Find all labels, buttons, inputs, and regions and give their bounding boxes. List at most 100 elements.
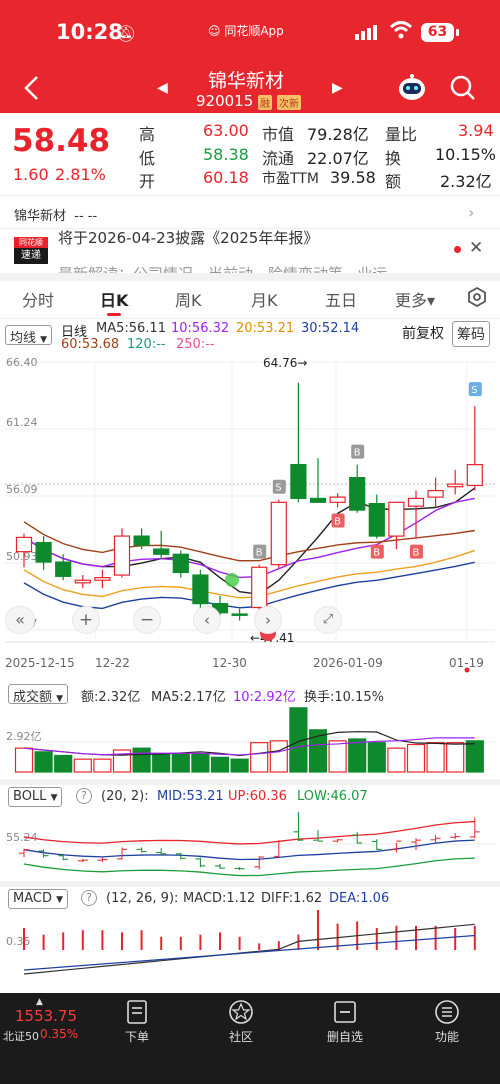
- volume-bar: [191, 753, 210, 773]
- buy-point-icon: [225, 573, 239, 587]
- dropdown-arrow-icon: ▼: [50, 793, 58, 803]
- candle: [251, 566, 268, 609]
- news-badge-top: 同花顺: [14, 237, 48, 248]
- info-dashes: -- --: [74, 209, 98, 224]
- volume-bar: [34, 751, 53, 773]
- nav-order[interactable]: 下单: [97, 993, 177, 1045]
- ma10-line: [23, 497, 475, 579]
- candle: [192, 574, 209, 605]
- macd-selector-label: MACD: [13, 891, 52, 906]
- news-ticker[interactable]: 同花顺 速递 将于2026-04-23披露《2025年年报》 最新解读：公司情况…: [0, 229, 500, 273]
- tab-indicator: [107, 313, 121, 316]
- kline-chart[interactable]: 66.4061.2456.0950.9345.772025-12-1512-22…: [0, 350, 500, 680]
- badge-new-stock: 次新: [277, 95, 301, 110]
- zoom-in-icon[interactable]: +: [72, 606, 100, 634]
- boll-up: UP:60.36: [228, 789, 287, 804]
- candle: [35, 541, 52, 563]
- divider: [0, 881, 500, 887]
- next-candle-icon[interactable]: ›: [254, 606, 282, 634]
- volume-chart[interactable]: 2.92亿: [0, 706, 500, 776]
- y-axis-label: 66.40: [6, 356, 38, 369]
- boll-mid: MID:53.21: [157, 789, 224, 804]
- x-axis-label: 12-30: [212, 656, 247, 670]
- settings-icon[interactable]: [466, 286, 488, 312]
- nav-remove-watchlist[interactable]: 删自选: [305, 993, 385, 1045]
- candle: [466, 464, 483, 487]
- robot-assistant-icon[interactable]: [397, 72, 427, 106]
- mute-icon: 🔕︎: [116, 24, 137, 43]
- amount-label: 额: [385, 172, 402, 191]
- zoom-out-icon[interactable]: −: [133, 606, 161, 634]
- bottom-nav: ▲ 1553.75 北证50 0.35% 下单 社区 删自选 功能: [0, 993, 500, 1084]
- prev-candle-icon[interactable]: ‹: [193, 606, 221, 634]
- low-label: 低: [139, 149, 156, 168]
- header: 10:28 🔕︎ ☺ 同花顺App 63 ◀ 锦华新材 920015 融 次新 …: [0, 0, 500, 113]
- macd-dea: DEA:1.06: [329, 891, 390, 906]
- tab-monthly-k[interactable]: 月K: [251, 287, 278, 311]
- macd-selector[interactable]: MACD ▼: [8, 889, 69, 909]
- dropdown-arrow-icon: ▼: [40, 335, 48, 345]
- tab-daily-k[interactable]: 日K: [100, 287, 128, 311]
- candle: [55, 561, 72, 577]
- boll-chart[interactable]: 55.24: [0, 808, 500, 880]
- search-icon[interactable]: [449, 74, 477, 106]
- divider: [0, 195, 500, 196]
- volume-ma10: 10:2.92亿: [233, 690, 296, 705]
- volume-selector[interactable]: 成交额 ▼: [8, 684, 69, 705]
- macd-chart[interactable]: 0.35: [0, 910, 500, 982]
- tab-five-day[interactable]: 五日: [325, 287, 357, 311]
- volume-bar: [250, 742, 269, 773]
- tab-weekly-k[interactable]: 周K: [175, 287, 202, 311]
- signal-marker-label: B: [413, 548, 420, 559]
- boll-selector[interactable]: BOLL ▼: [8, 787, 63, 807]
- battery-icon: 63: [421, 23, 454, 42]
- adjust-mode[interactable]: 前复权: [402, 323, 444, 343]
- fullscreen-icon[interactable]: ⤢: [314, 606, 342, 634]
- tab-timeshare[interactable]: 分时: [22, 287, 54, 311]
- chip-button[interactable]: 筹码: [452, 321, 490, 347]
- nav-community[interactable]: 社区: [201, 993, 281, 1045]
- mcap-label: 市值: [262, 125, 295, 144]
- signal-icon: [355, 24, 379, 44]
- candle: [153, 548, 170, 555]
- info-name: 锦华新材: [14, 209, 67, 224]
- candle: [447, 483, 464, 488]
- ma-selector[interactable]: 均线 ▼: [5, 325, 53, 346]
- ma-selector-label: 均线: [10, 331, 37, 346]
- x-axis-label: 2026-01-09: [313, 656, 383, 670]
- help-icon[interactable]: ?: [81, 890, 97, 906]
- close-icon[interactable]: ✕: [469, 238, 483, 258]
- high-value: 63.00: [203, 121, 249, 140]
- stock-detail-screen: 10:28 🔕︎ ☺ 同花顺App 63 ◀ 锦华新材 920015 融 次新 …: [0, 0, 500, 1084]
- next-stock-icon[interactable]: ▶: [332, 80, 343, 96]
- battery-tip: [456, 29, 459, 36]
- scroll-left-icon[interactable]: «: [5, 606, 35, 634]
- volume-turnover: 换手:10.15%: [304, 690, 384, 705]
- index-value[interactable]: 1553.75: [15, 1007, 77, 1025]
- candle: [74, 579, 91, 584]
- volume-selector-label: 成交额: [13, 690, 53, 705]
- volume-bar: [54, 754, 73, 773]
- ma30-value: 30:52.14: [301, 321, 360, 336]
- help-icon[interactable]: ?: [76, 788, 92, 804]
- candle: [113, 535, 131, 576]
- app-logo-icon: ☺: [208, 24, 225, 38]
- ma30-line: [23, 561, 475, 610]
- back-icon[interactable]: [22, 74, 42, 106]
- info-row[interactable]: 锦华新材 -- --: [14, 205, 97, 224]
- prev-stock-icon[interactable]: ◀: [157, 80, 168, 96]
- candle: [349, 477, 366, 511]
- volume-bar: [14, 747, 34, 773]
- nav-functions[interactable]: 功能: [407, 993, 487, 1045]
- volume-bar: [210, 756, 230, 773]
- news-peek: 最新解读：公司情况、当前动、险情变动等...业运: [58, 263, 387, 273]
- volratio-value: 3.94: [458, 121, 494, 140]
- tab-more[interactable]: 更多▾: [395, 287, 435, 311]
- pe-label: 市盈TTM: [262, 171, 319, 187]
- dropdown-arrow-icon: ▼: [56, 694, 64, 704]
- y-axis-label: 56.09: [6, 483, 38, 496]
- divider: [0, 318, 500, 319]
- chevron-right-icon[interactable]: ›: [468, 203, 474, 222]
- volume-bar: [367, 742, 386, 773]
- y-axis-label: 61.24: [6, 416, 38, 429]
